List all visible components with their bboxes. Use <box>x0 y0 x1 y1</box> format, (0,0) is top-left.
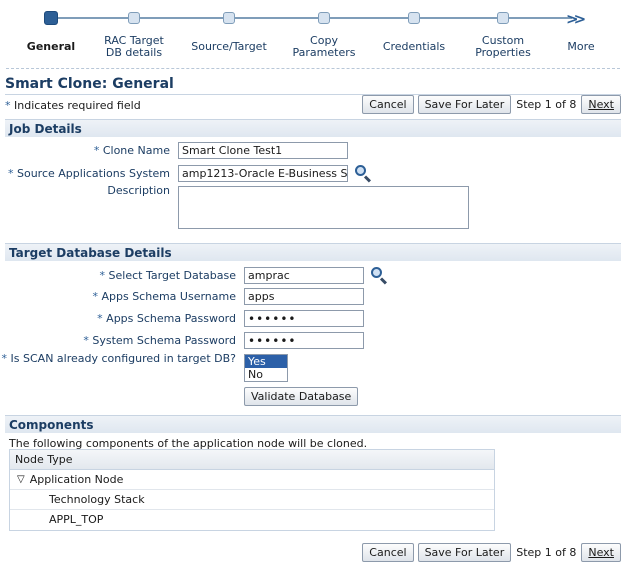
scan-configured-listbox[interactable]: Yes No <box>244 354 288 382</box>
tree-row-technology-stack[interactable]: Technology Stack <box>10 490 494 510</box>
save-for-later-button[interactable]: Save For Later <box>417 95 512 114</box>
target-database-header: Target Database Details <box>5 243 621 261</box>
description-label: Description <box>107 184 170 197</box>
components-tree-table: Node Type ▽ Application Node Technology … <box>9 449 495 531</box>
top-button-bar: Cancel Save For Later Step 1 of 8 Next <box>362 95 621 114</box>
step-indicator: Step 1 of 8 <box>516 98 577 111</box>
validate-database-button[interactable]: Validate Database <box>244 387 359 406</box>
clone-name-input[interactable]: Smart Clone Test1 <box>178 142 348 159</box>
train-label-general[interactable]: General <box>11 41 91 53</box>
train-label-copy-parameters[interactable]: Copy Parameters <box>284 35 364 59</box>
source-system-label: * Source Applications System <box>8 166 170 180</box>
next-button[interactable]: Next <box>581 95 621 114</box>
train-label-credentials[interactable]: Credentials <box>374 41 454 53</box>
clone-name-row: * Clone Name Smart Clone Test1 <box>0 142 348 159</box>
tree-row-appl-top[interactable]: APPL_TOP <box>10 510 494 530</box>
train-divider <box>6 68 620 69</box>
select-target-db-label: * Select Target Database <box>99 268 236 282</box>
scan-configured-row: * Is SCAN already configured in target D… <box>0 352 236 365</box>
train-label-custom-properties[interactable]: Custom Properties <box>463 35 543 59</box>
cancel-button-bottom[interactable]: Cancel <box>362 543 414 562</box>
cancel-button[interactable]: Cancel <box>362 95 414 114</box>
apps-username-row: * Apps Schema Username apps <box>0 288 364 305</box>
source-system-row: * Source Applications System amp1213-Ora… <box>0 164 372 183</box>
system-password-input[interactable]: •••••• <box>244 332 364 349</box>
wizard-train: >> General RAC Target DB details Source/T… <box>0 0 626 68</box>
train-label-source-target[interactable]: Source/Target <box>189 41 269 53</box>
description-textarea[interactable] <box>178 186 469 229</box>
description-row: Description <box>0 184 170 197</box>
page-title: Smart Clone: General <box>5 76 174 92</box>
tree-row-label: APPL_TOP <box>49 513 104 526</box>
job-details-header: Job Details <box>5 119 621 137</box>
components-header: Components <box>5 415 621 433</box>
apps-password-input[interactable]: •••••• <box>244 310 364 327</box>
tree-row-application-node[interactable]: ▽ Application Node <box>10 470 494 490</box>
select-target-db-row: * Select Target Database amprac <box>0 266 388 285</box>
train-stop-credentials[interactable] <box>408 12 420 24</box>
apps-username-input[interactable]: apps <box>244 288 364 305</box>
train-more-arrow-icon[interactable]: >> <box>566 10 586 28</box>
clone-name-label: * Clone Name <box>93 144 170 157</box>
train-stop-general[interactable] <box>44 11 58 25</box>
source-system-input[interactable]: amp1213-Oracle E-Business Suite <box>178 164 348 182</box>
scan-option-yes[interactable]: Yes <box>245 355 287 368</box>
bottom-button-bar: Cancel Save For Later Step 1 of 8 Next <box>362 543 621 562</box>
train-stop-copy-parameters[interactable] <box>318 12 330 24</box>
system-password-label: * System Schema Password <box>83 334 236 347</box>
collapse-triangle-icon[interactable]: ▽ <box>17 470 25 490</box>
select-target-db-input[interactable]: amprac <box>244 266 364 284</box>
next-button-bottom[interactable]: Next <box>581 543 621 562</box>
save-for-later-button-bottom[interactable]: Save For Later <box>417 543 512 562</box>
node-type-column-header: Node Type <box>10 450 494 470</box>
train-label-more[interactable]: More <box>541 41 621 53</box>
required-field-note: * Indicates required field <box>5 99 141 112</box>
apps-password-row: * Apps Schema Password •••••• <box>0 310 364 327</box>
tree-row-label: Application Node <box>29 472 124 486</box>
train-label-rac-target[interactable]: RAC Target DB details <box>94 35 174 59</box>
source-system-search-icon[interactable] <box>354 164 372 183</box>
target-db-search-icon[interactable] <box>370 266 388 285</box>
train-stop-custom-properties[interactable] <box>497 12 509 24</box>
scan-option-no[interactable]: No <box>245 368 287 381</box>
tree-row-label: Technology Stack <box>49 492 145 506</box>
apps-username-label: * Apps Schema Username <box>92 290 236 303</box>
scan-configured-label: * Is SCAN already configured in target D… <box>1 352 236 365</box>
train-stop-rac-target[interactable] <box>128 12 140 24</box>
train-stop-source-target[interactable] <box>223 12 235 24</box>
system-password-row: * System Schema Password •••••• <box>0 332 364 349</box>
step-indicator-bottom: Step 1 of 8 <box>516 546 577 559</box>
apps-password-label: * Apps Schema Password <box>97 312 236 325</box>
